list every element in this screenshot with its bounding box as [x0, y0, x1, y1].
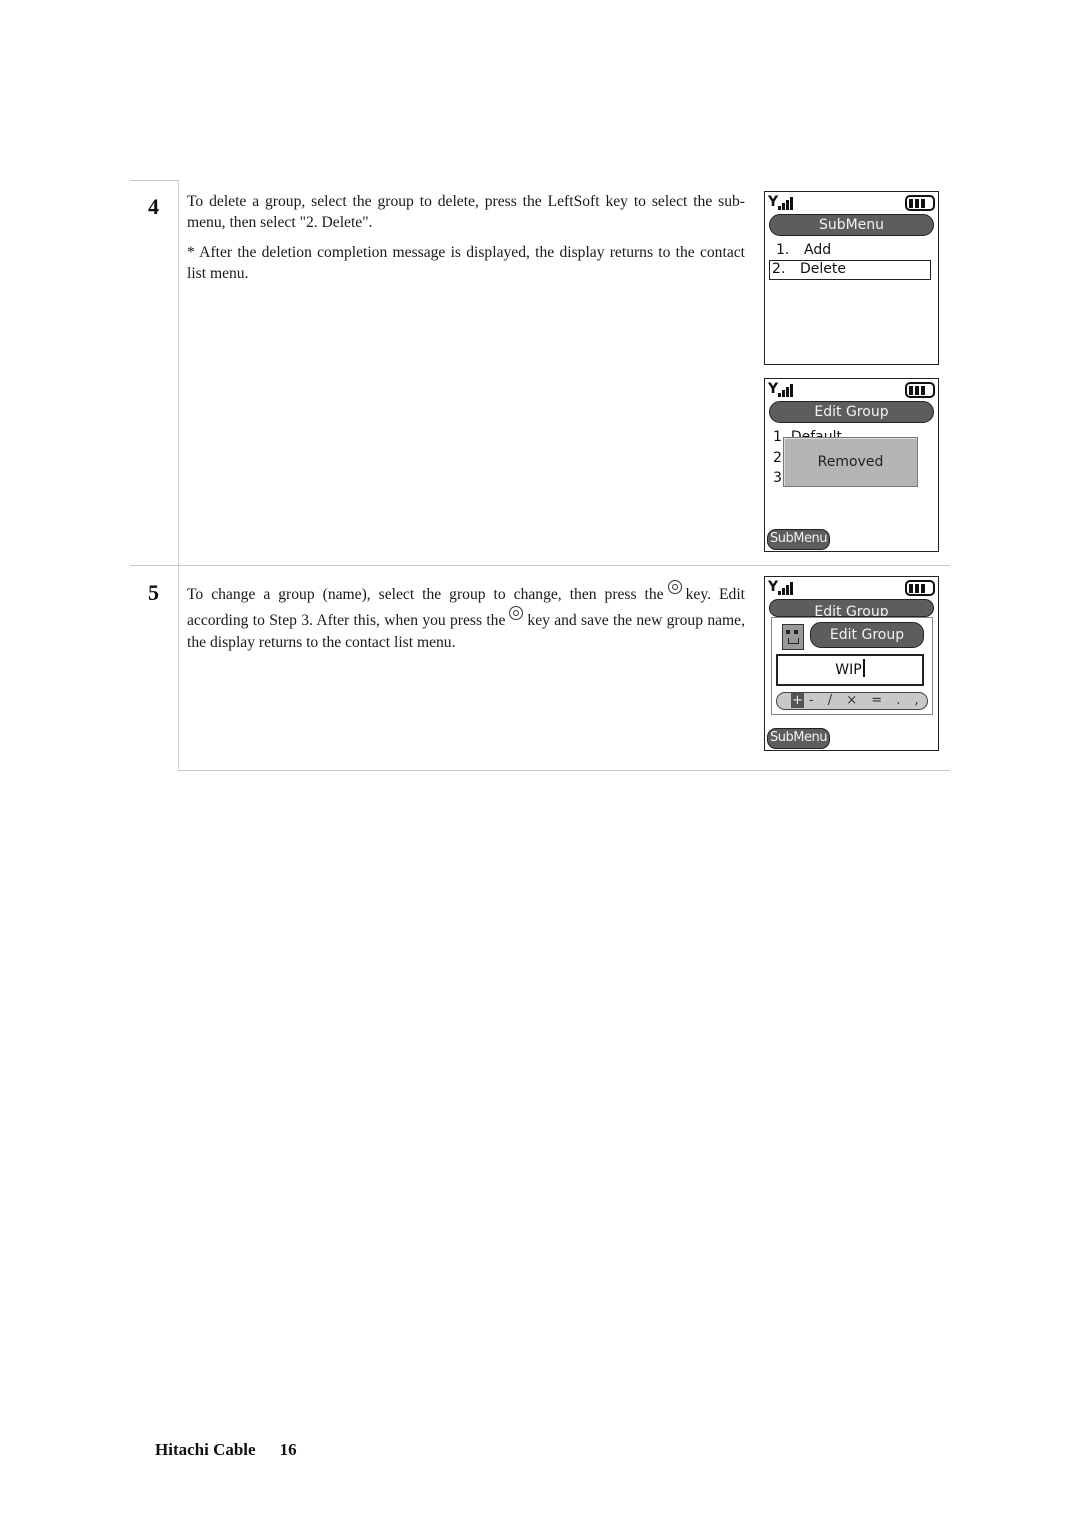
group-list-item: 3 [773, 470, 782, 486]
menu-item-number: 2. [772, 261, 786, 277]
phone-screen-removed: Y Edit Group 1 Default 2 3 Removed SubMe… [764, 378, 939, 552]
text-caret [862, 659, 865, 677]
submenu-list: 1. Add 2. Delete [765, 240, 938, 280]
page-number: 16 [279, 1440, 297, 1459]
battery-icon [905, 382, 935, 398]
battery-icon [905, 195, 935, 211]
menu-item-label: Add [804, 242, 832, 258]
row-divider [130, 565, 950, 566]
signal-icon: Y [768, 579, 794, 595]
step-4-instruction: To delete a group, select the group to d… [187, 193, 745, 231]
status-bar: Y [765, 577, 938, 599]
ok-key-icon [509, 606, 524, 620]
dialog-title: Edit Group [810, 622, 924, 648]
step-number: 4 [148, 194, 159, 219]
screen-title-behind: Edit Group [769, 599, 934, 617]
menu-item-delete[interactable]: 2. Delete [769, 260, 931, 280]
step-number: 5 [148, 580, 159, 605]
submenu-softkey[interactable]: SubMenu [767, 529, 830, 550]
brand-name: Hitachi Cable [155, 1440, 256, 1459]
symbol-highlighted: + [791, 693, 804, 708]
menu-item-number: 1. [776, 242, 790, 258]
screen-title: SubMenu [769, 214, 934, 236]
group-list-item: 2 [773, 450, 782, 466]
status-bar: Y [765, 192, 938, 214]
symbol-list: - / × = . , [808, 693, 924, 708]
page-footer: Hitachi Cable 16 [155, 1440, 297, 1460]
submenu-softkey[interactable]: SubMenu [767, 728, 830, 749]
group-avatar-icon [782, 624, 804, 650]
table-top-border [130, 180, 178, 181]
step-5-instruction: To change a group (name), select the gro… [187, 580, 745, 654]
step-4-text: To delete a group, select the group to d… [187, 192, 745, 294]
ok-key-icon [667, 580, 682, 594]
table-bottom-border [178, 770, 950, 771]
battery-icon [905, 580, 935, 596]
symbol-selector[interactable]: + - / × = . , [776, 692, 928, 710]
step-5-text: To change a group (name), select the gro… [187, 580, 745, 664]
signal-icon: Y [768, 381, 794, 397]
step-4-note: * After the deletion completion message … [187, 244, 745, 282]
menu-item-add[interactable]: 1. Add [769, 240, 931, 260]
removed-popup: Removed [783, 437, 918, 487]
phone-screen-edit-group: Y Edit Group Edit Group WIP + - / × = . ,… [764, 576, 939, 751]
status-bar: Y [765, 379, 938, 401]
group-name-input[interactable]: WIP [776, 654, 924, 686]
edit-dialog: Edit Group WIP + - / × = . , [771, 617, 933, 715]
signal-icon: Y [768, 194, 794, 210]
phone-screen-submenu: Y SubMenu 1. Add 2. Delete [764, 191, 939, 365]
menu-item-label: Delete [800, 261, 846, 277]
table-column-divider [178, 180, 179, 770]
screen-title: Edit Group [769, 401, 934, 423]
